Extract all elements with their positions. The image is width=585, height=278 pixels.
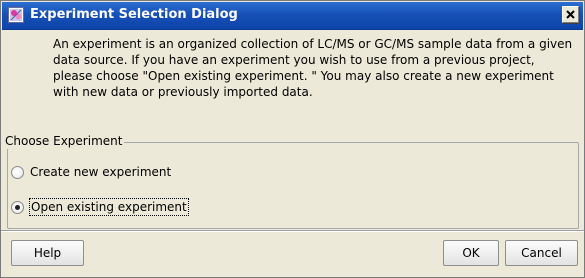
cancel-button[interactable]: Cancel [505, 240, 578, 266]
create-new-experiment-radio[interactable] [11, 165, 24, 179]
open-existing-experiment-radio[interactable] [11, 200, 24, 214]
info-description: An experiment is an organized collection… [53, 37, 573, 99]
group-legend: Choose Experiment [3, 133, 125, 149]
open-existing-experiment-label[interactable]: Open existing experiment [29, 198, 189, 216]
close-icon [566, 10, 575, 19]
info-panel: An experiment is an organized collection… [2, 30, 583, 128]
experiment-selection-dialog: Experiment Selection Dialog An experimen… [0, 0, 585, 278]
title-bar[interactable]: Experiment Selection Dialog [2, 2, 583, 30]
button-separator [1, 230, 584, 232]
help-button[interactable]: Help [11, 240, 84, 266]
ok-button[interactable]: OK [443, 240, 499, 266]
create-new-experiment-option[interactable]: Create new experiment [11, 163, 171, 181]
experiment-app-icon [8, 7, 24, 23]
open-existing-experiment-option[interactable]: Open existing experiment [11, 198, 189, 216]
dialog-title: Experiment Selection Dialog [30, 7, 238, 22]
close-button[interactable] [562, 6, 579, 23]
create-new-experiment-label[interactable]: Create new experiment [30, 164, 171, 180]
